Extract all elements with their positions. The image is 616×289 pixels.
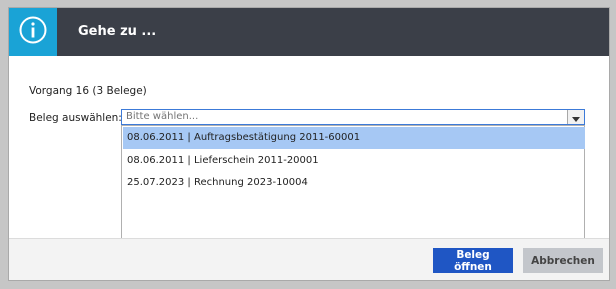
- cancel-button[interactable]: Abbrechen: [523, 248, 603, 273]
- open-beleg-button[interactable]: Beleg öffnen: [433, 248, 513, 273]
- beleg-select-input[interactable]: [126, 110, 566, 124]
- beleg-select[interactable]: [121, 109, 585, 125]
- dropdown-toggle-button[interactable]: [567, 110, 584, 124]
- dialog-header: Gehe zu ...: [9, 8, 609, 56]
- dropdown-option[interactable]: 08.06.2011 | Auftragsbestätigung 2011-60…: [123, 127, 585, 149]
- dropdown-option[interactable]: 25.07.2023 | Rechnung 2023-10004: [123, 172, 585, 194]
- beleg-select-label: Beleg auswählen:*: [29, 112, 128, 124]
- dialog-title: Gehe zu ...: [78, 24, 157, 39]
- beleg-dropdown-list: 08.06.2011 | Auftragsbestätigung 2011-60…: [121, 125, 585, 247]
- info-circle-icon: [18, 15, 48, 49]
- dialog-body: Vorgang 16 (3 Belege) Beleg auswählen:* …: [9, 56, 609, 247]
- vorgang-info: Vorgang 16 (3 Belege): [29, 85, 147, 97]
- dropdown-option[interactable]: 08.06.2011 | Lieferschein 2011-20001: [123, 150, 585, 172]
- dialog-footer: Beleg öffnen Abbrechen: [9, 238, 609, 280]
- caret-down-icon: [572, 108, 580, 127]
- info-badge: [9, 8, 57, 56]
- goto-dialog: Gehe zu ... Vorgang 16 (3 Belege) Beleg …: [9, 8, 609, 280]
